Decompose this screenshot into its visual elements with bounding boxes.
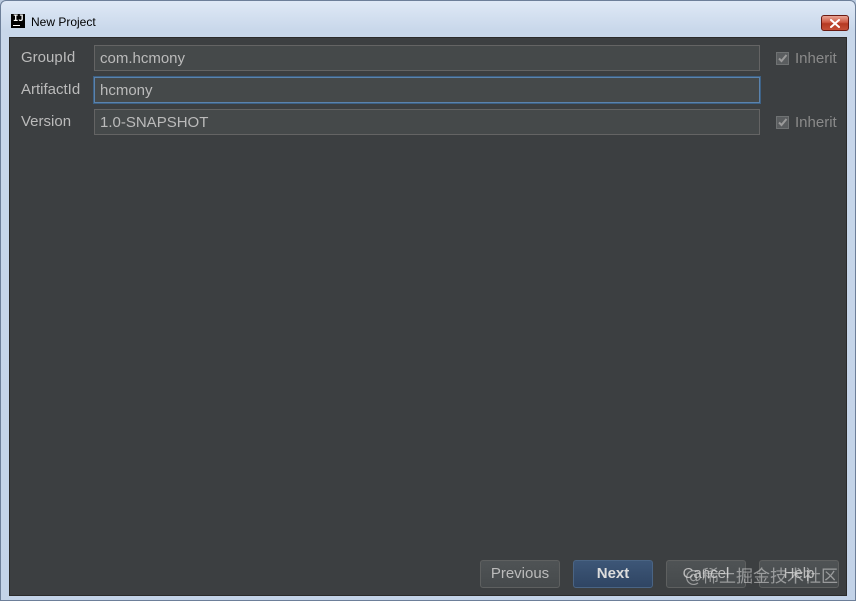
dialog-content: GroupId Inherit ArtifactId Version Inher…: [9, 37, 847, 596]
close-icon: [830, 18, 840, 28]
checkbox-checked-icon: [776, 115, 789, 129]
version-input[interactable]: [94, 109, 760, 135]
previous-button[interactable]: Previous: [480, 560, 560, 588]
group-id-inherit-label: Inherit: [795, 49, 837, 67]
group-id-inherit-checkbox[interactable]: Inherit: [776, 48, 837, 68]
version-label: Version: [21, 113, 72, 130]
title-bar[interactable]: IJ New Project: [1, 1, 855, 37]
app-icon-text: IJ: [13, 14, 24, 24]
watermark: @稀土掘金技术社区: [685, 567, 838, 587]
version-inherit-checkbox[interactable]: Inherit: [776, 112, 837, 132]
version-inherit-label: Inherit: [795, 113, 837, 131]
intellij-app-icon: IJ: [11, 14, 25, 28]
artifact-id-input[interactable]: [94, 77, 760, 103]
artifact-id-label: ArtifactId: [21, 81, 81, 98]
group-id-label: GroupId: [21, 49, 76, 66]
close-button[interactable]: [821, 15, 849, 31]
window-title: New Project: [31, 15, 96, 29]
new-project-window: IJ New Project GroupId Inherit ArtifactI…: [0, 0, 856, 601]
next-button[interactable]: Next: [573, 560, 653, 588]
group-id-input[interactable]: [94, 45, 760, 71]
checkbox-checked-icon: [776, 51, 789, 65]
